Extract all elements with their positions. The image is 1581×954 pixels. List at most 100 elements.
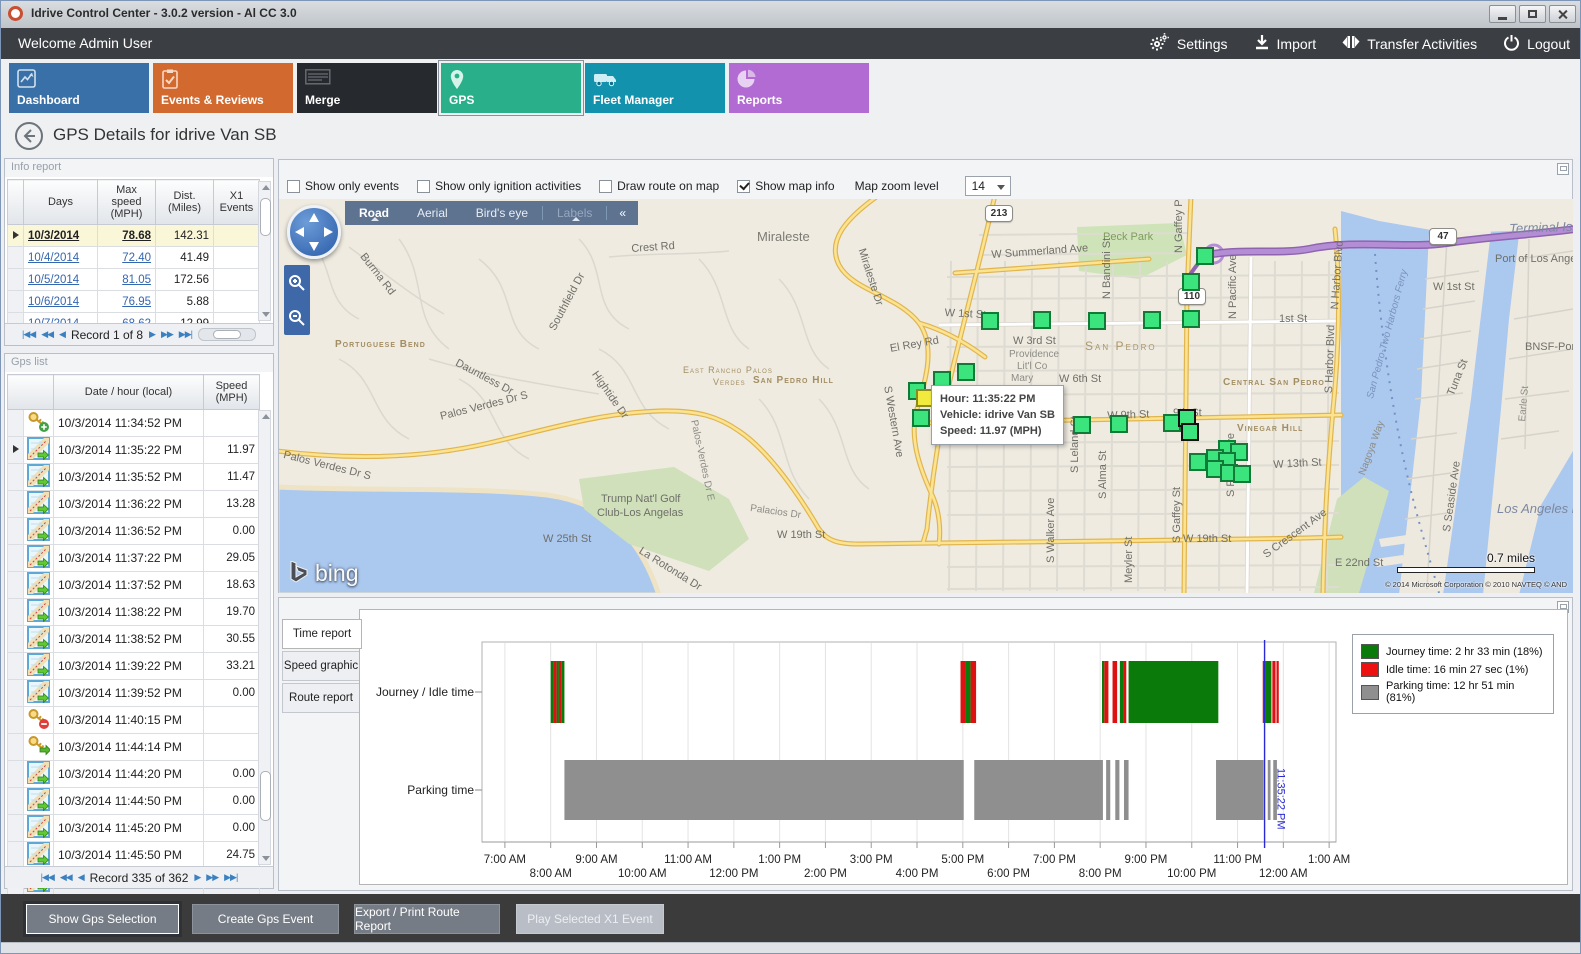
tab-merge[interactable]: Merge bbox=[297, 63, 437, 113]
gps-list-row[interactable]: 10/3/2014 11:37:52 PM18.63 bbox=[8, 572, 260, 599]
settings-button[interactable]: Settings bbox=[1150, 33, 1228, 54]
day-link[interactable]: 10/5/2014 bbox=[28, 274, 79, 286]
export-print-route-report-button[interactable]: Export / Print Route Report bbox=[354, 904, 500, 934]
checkbox-option[interactable]: Show only events bbox=[287, 179, 399, 193]
map-style-birdseye[interactable]: Bird's eye bbox=[462, 206, 542, 220]
pager-next-icon[interactable]: ▶ bbox=[149, 329, 155, 340]
tab-dashboard[interactable]: Dashboard bbox=[9, 63, 149, 113]
pager-nextpage-icon[interactable]: ▶▶ bbox=[206, 872, 218, 883]
pager-nextpage-icon[interactable]: ▶▶ bbox=[161, 329, 173, 340]
gps-marker[interactable] bbox=[1233, 465, 1251, 483]
tab-speed-graphic[interactable]: Speed graphic bbox=[282, 651, 360, 681]
map-style-aerial[interactable]: Aerial bbox=[403, 206, 462, 220]
tab-fleet[interactable]: Fleet Manager bbox=[585, 63, 725, 113]
gps-marker[interactable] bbox=[1110, 415, 1128, 433]
pager-prevpage-icon[interactable]: ◀◀ bbox=[41, 329, 53, 340]
column-header[interactable]: Date / hour (local) bbox=[54, 375, 204, 410]
scrollbar-thumb[interactable] bbox=[260, 771, 271, 821]
gps-list-row[interactable]: 10/3/2014 11:44:14 PM bbox=[8, 734, 260, 761]
gps-list-table[interactable]: Date / hour (local)Speed (MPH)10/3/2014 … bbox=[7, 374, 260, 896]
gps-list-row[interactable]: 10/3/2014 11:34:52 PM bbox=[8, 410, 260, 437]
pager-last-icon[interactable]: ▶▶| bbox=[224, 872, 237, 883]
gps-list-row[interactable]: 10/3/2014 11:39:22 PM33.21 bbox=[8, 653, 260, 680]
checkbox-option[interactable]: Draw route on map bbox=[599, 179, 719, 193]
checkbox-icon[interactable] bbox=[287, 180, 300, 193]
gps-list-row[interactable]: 10/3/2014 11:36:22 PM13.28 bbox=[8, 491, 260, 518]
column-header[interactable]: Days bbox=[24, 180, 98, 225]
checkbox-checked-icon[interactable] bbox=[737, 180, 750, 193]
info-report-scrollbar[interactable] bbox=[258, 181, 271, 321]
info-report-row[interactable]: 10/4/201472.4041.49 bbox=[8, 247, 260, 269]
back-button[interactable] bbox=[15, 122, 43, 150]
max-speed-link[interactable]: 78.68 bbox=[122, 230, 151, 242]
column-header[interactable]: Dist. (Miles) bbox=[156, 180, 214, 225]
gps-marker[interactable] bbox=[1073, 416, 1091, 434]
pager-prev-icon[interactable]: ◀ bbox=[59, 329, 65, 340]
pager-prevpage-icon[interactable]: ◀◀ bbox=[60, 872, 72, 883]
checkbox-icon[interactable] bbox=[599, 180, 612, 193]
gps-list-row[interactable]: 10/3/2014 11:39:52 PM0.00 bbox=[8, 680, 260, 707]
gps-list-row[interactable]: 10/3/2014 11:44:50 PM0.00 bbox=[8, 788, 260, 815]
map-style-labels[interactable]: Labels bbox=[542, 206, 607, 220]
tab-route-report[interactable]: Route report bbox=[282, 683, 360, 713]
gps-marker[interactable] bbox=[1181, 423, 1199, 441]
pager-prev-icon[interactable]: ◀ bbox=[78, 872, 84, 883]
column-header[interactable]: Max speed (MPH) bbox=[98, 180, 156, 225]
gps-marker[interactable] bbox=[1033, 311, 1051, 329]
close-button[interactable] bbox=[1549, 5, 1576, 23]
gps-list-scrollbar[interactable] bbox=[258, 410, 271, 865]
tab-reports[interactable]: Reports bbox=[729, 63, 869, 113]
minimize-button[interactable] bbox=[1489, 5, 1516, 23]
pager-first-icon[interactable]: |◀◀ bbox=[22, 329, 35, 340]
gps-list-row[interactable]: 10/3/2014 11:38:52 PM30.55 bbox=[8, 626, 260, 653]
gps-list-row[interactable]: 10/3/2014 11:40:15 PM bbox=[8, 707, 260, 734]
gps-marker[interactable] bbox=[981, 312, 999, 330]
tab-gps[interactable]: GPS bbox=[441, 63, 581, 113]
gps-marker[interactable] bbox=[1196, 247, 1214, 265]
create-gps-event-button[interactable]: Create Gps Event bbox=[192, 904, 339, 934]
max-speed-link[interactable]: 81.05 bbox=[122, 274, 151, 286]
map-panel-collapse-button[interactable] bbox=[1557, 163, 1569, 175]
tab-events[interactable]: Events & Reviews bbox=[153, 63, 293, 113]
pager-next-icon[interactable]: ▶ bbox=[194, 872, 200, 883]
maximize-button[interactable] bbox=[1519, 5, 1546, 23]
max-speed-link[interactable]: 76.95 bbox=[122, 296, 151, 308]
transfer-button[interactable]: Transfer Activities bbox=[1342, 33, 1477, 54]
gps-list-row[interactable]: 10/3/2014 11:36:52 PM0.00 bbox=[8, 518, 260, 545]
gps-list-row[interactable]: 10/3/2014 11:38:22 PM19.70 bbox=[8, 599, 260, 626]
map-style-road[interactable]: Road bbox=[345, 206, 403, 220]
gps-marker[interactable] bbox=[1143, 311, 1161, 329]
day-link[interactable]: 10/6/2014 bbox=[28, 296, 79, 308]
info-report-row[interactable]: 10/3/201478.68142.31 bbox=[8, 225, 260, 247]
zoom-out-icon[interactable] bbox=[288, 309, 306, 327]
checkbox-icon[interactable] bbox=[417, 180, 430, 193]
zoom-in-icon[interactable] bbox=[288, 274, 306, 292]
pager-first-icon[interactable]: |◀◀ bbox=[41, 872, 54, 883]
gps-marker[interactable] bbox=[1182, 273, 1200, 291]
map-compass-control[interactable] bbox=[287, 205, 341, 259]
gps-list-row[interactable]: 10/3/2014 11:45:20 PM0.00 bbox=[8, 815, 260, 842]
gps-marker[interactable] bbox=[1182, 310, 1200, 328]
pager-last-icon[interactable]: ▶▶| bbox=[179, 329, 192, 340]
column-header[interactable]: X1 Events bbox=[214, 180, 260, 225]
checkbox-option[interactable]: Show only ignition activities bbox=[417, 179, 581, 193]
info-report-row[interactable]: 10/5/201481.05172.56 bbox=[8, 269, 260, 291]
gps-list-row[interactable]: 10/3/2014 11:45:50 PM24.75 bbox=[8, 842, 260, 869]
gps-list-row[interactable]: 10/3/2014 11:35:52 PM11.47 bbox=[8, 464, 260, 491]
logout-button[interactable]: Logout bbox=[1503, 34, 1570, 54]
gps-marker[interactable] bbox=[1189, 453, 1207, 471]
column-header[interactable]: Speed (MPH) bbox=[204, 375, 260, 410]
bing-map[interactable]: Burma RdCrest RdMiralesteMiraleste DrSou… bbox=[279, 199, 1573, 593]
scrollbar-thumb[interactable] bbox=[260, 198, 271, 236]
map-toolbar-collapse-button[interactable]: « bbox=[607, 206, 638, 220]
gps-marker[interactable] bbox=[912, 409, 930, 427]
show-gps-selection-button[interactable]: Show Gps Selection bbox=[26, 904, 179, 934]
gps-list-row[interactable]: 10/3/2014 11:35:22 PM11.97 bbox=[8, 437, 260, 464]
map-zoom-level-select[interactable]: 14 bbox=[965, 176, 1011, 196]
day-link[interactable]: 10/4/2014 bbox=[28, 252, 79, 264]
gps-marker[interactable] bbox=[957, 363, 975, 381]
info-report-table[interactable]: DaysMax speed (MPH)Dist. (Miles)X1 Event… bbox=[7, 179, 260, 335]
tab-time-report[interactable]: Time report bbox=[282, 619, 362, 649]
info-report-row[interactable]: 10/6/201476.955.88 bbox=[8, 291, 260, 313]
checkbox-option[interactable]: Show map info bbox=[737, 179, 834, 193]
